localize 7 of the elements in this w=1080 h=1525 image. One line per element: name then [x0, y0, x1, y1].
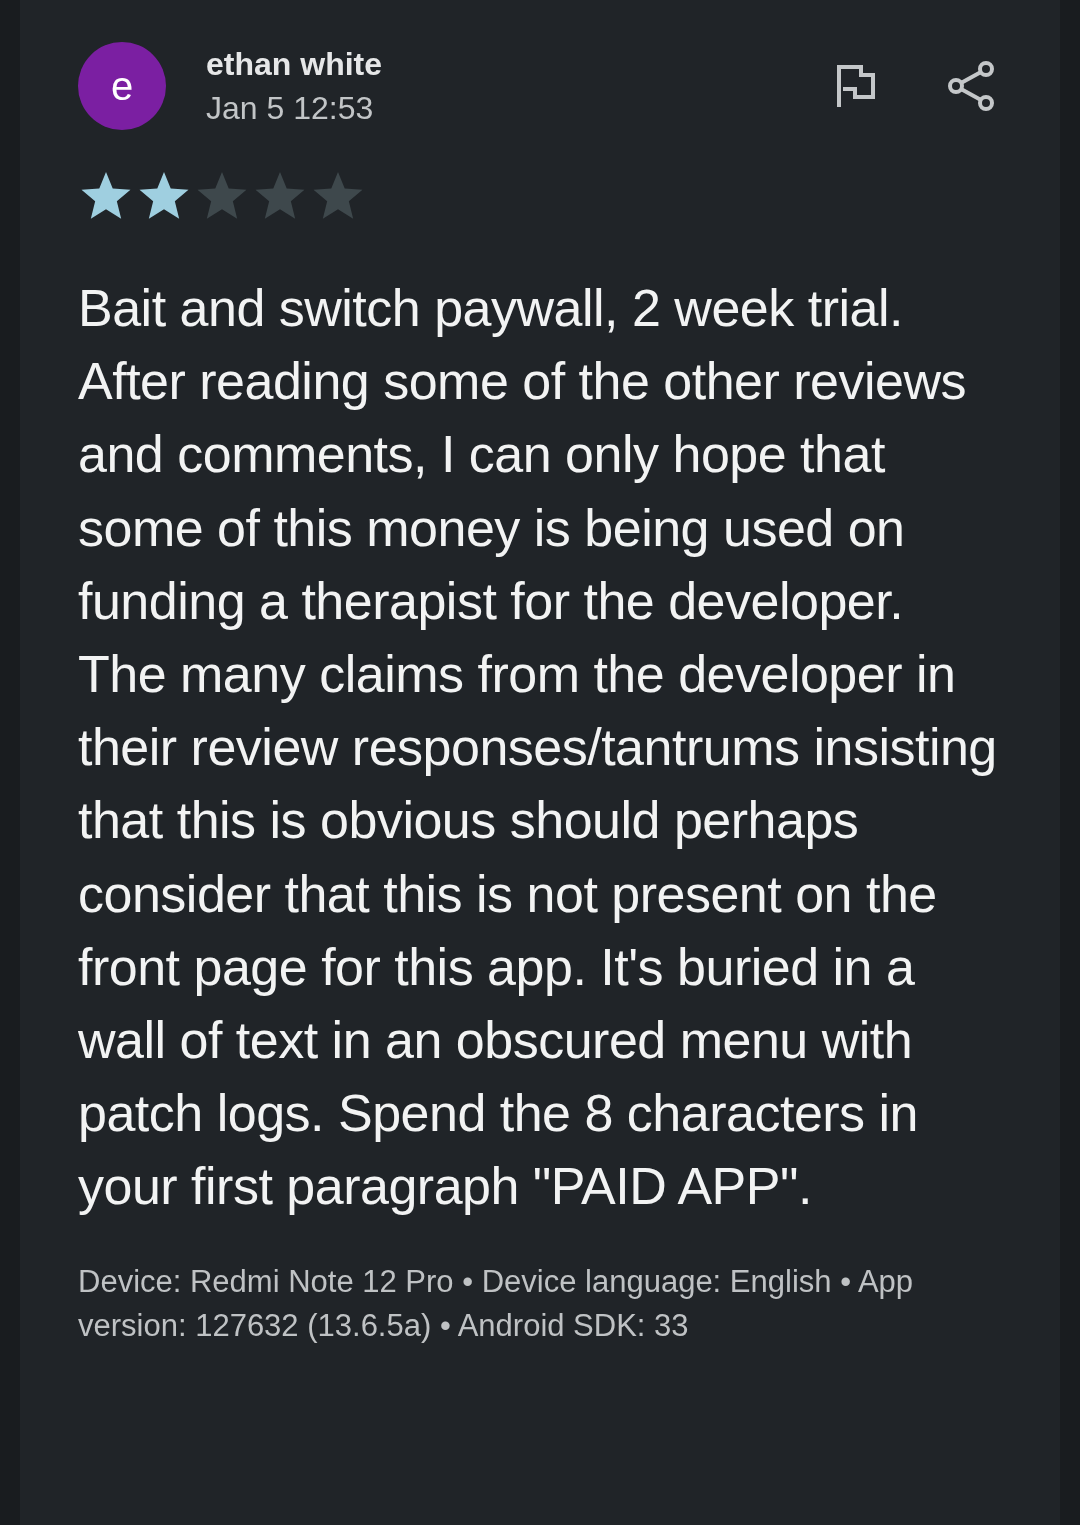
avatar: e	[78, 42, 166, 130]
review-date: Jan 5 12:53	[206, 89, 375, 128]
flag-icon[interactable]	[835, 63, 877, 109]
author-name: ethan white	[206, 45, 383, 84]
device-info: Device: Redmi Note 12 Pro • Device language: English • App version: 127632 (13.6.5a) • Android SDK: 33	[78, 1262, 915, 1345]
review-text: Bait and switch paywall, 2 week trial. After reading some of the other reviews and comments, I can only hope that some of this money is being used on funding a therapist for the developer. The many claims from the developer in their review responses/tantrums insisting that this is obvious should perhaps consider that this is not present on the front page for this app. It's buried in a wall of text in an obscured menu with patch logs. Spend the 8 characters in your first paragraph "PAID APP".	[78, 278, 998, 1218]
share-icon[interactable]	[947, 60, 995, 112]
